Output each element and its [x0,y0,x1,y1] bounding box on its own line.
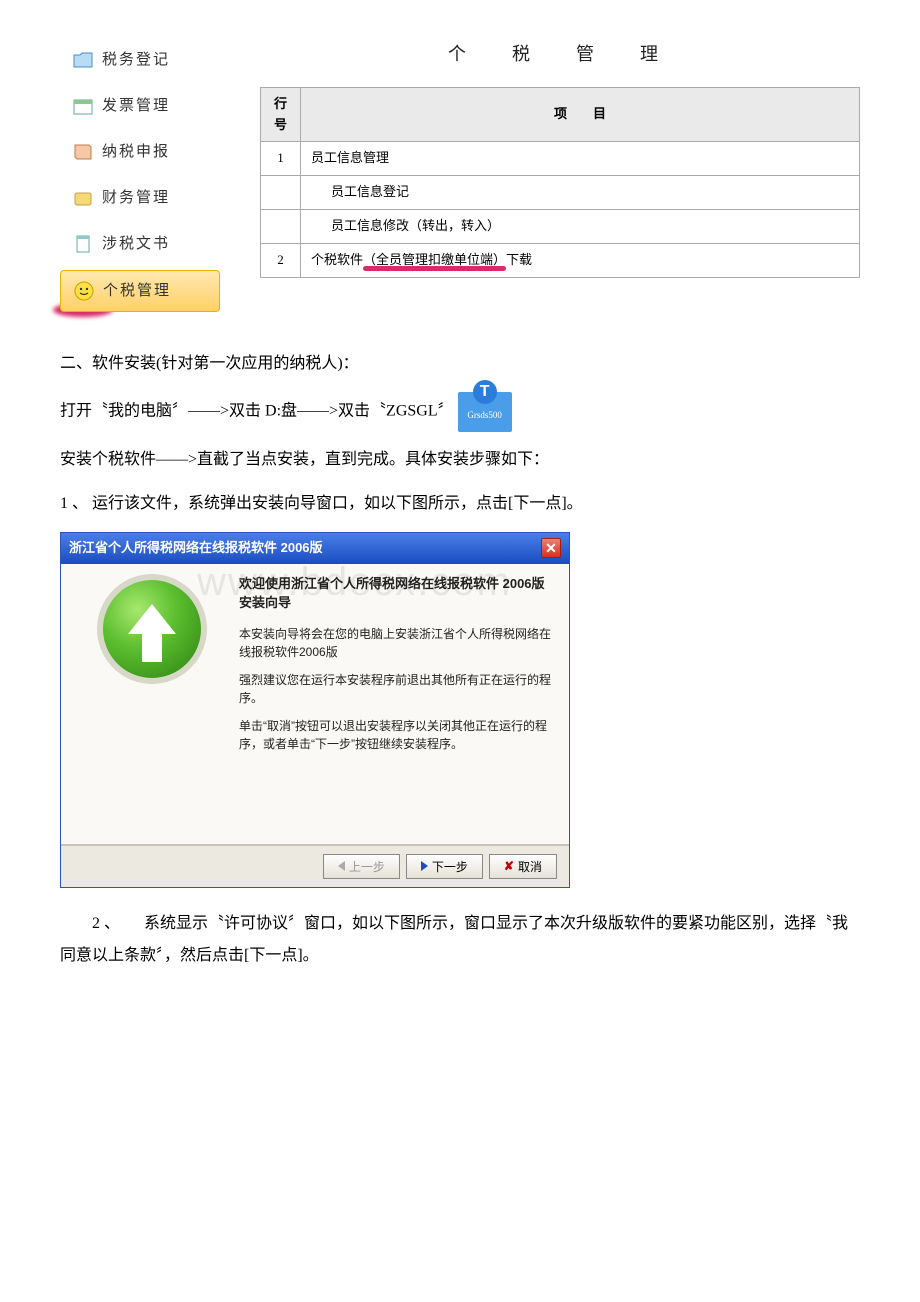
cell-text: 个税软件（全员管理扣缴单位端）下载 [301,243,860,277]
wizard-line2: 强烈建议您在运行本安装程序前退出其他所有正在运行的程序。 [239,671,553,707]
open-computer-line: 打开〝我的电脑〞——>双击 D:盘——>双击〝ZGSGL〞 T Grsds500 [60,392,860,432]
table-row[interactable]: 2 个税软件（全员管理扣缴单位端）下载 [261,243,860,277]
wallet-icon [72,187,94,209]
window-titlebar[interactable]: 浙江省个人所得税网络在线报税软件 2006版 ✕ [61,533,569,564]
nav-label: 税务登记 [102,48,170,72]
document-icon [72,233,94,255]
desktop-shortcut-icon: T Grsds500 [458,392,512,432]
nav-label: 财务管理 [102,186,170,210]
nav-label: 纳税申报 [102,140,170,164]
wizard-button-bar: 上一步 下一步 ✘ 取消 [61,844,569,887]
nav-personal-tax[interactable]: 个税管理 [60,270,220,312]
cell-text: 员工信息管理 [301,142,860,176]
nav-label: 涉税文书 [102,232,170,256]
x-icon: ✘ [504,859,514,873]
col-item: 项 目 [301,87,860,142]
nav-finance-mgmt[interactable]: 财务管理 [60,178,220,218]
book-icon [72,141,94,163]
nav-label: 个税管理 [103,279,171,303]
cell-num [261,176,301,210]
sidebar: 税务登记 发票管理 纳税申报 财务管理 涉税文书 [60,40,220,318]
step-1: 1 、 运行该文件，系统弹出安装向导窗口，如以下图所示，点击[下一点]。 [60,488,860,520]
col-rownum: 行号 [261,87,301,142]
wizard-graphic [77,574,227,784]
installer-window: 浙江省个人所得税网络在线报税软件 2006版 ✕ www.bdocx.com 欢… [60,532,570,888]
wizard-text: www.bdocx.com 欢迎使用浙江省个人所得税网络在线报税软件 2006版… [227,574,553,784]
cell-text: 员工信息修改（转出，转入） [301,209,860,243]
cell-num: 1 [261,142,301,176]
section-title: 个 税 管 理 [260,40,860,69]
nav-label: 发票管理 [102,94,170,118]
nav-tax-registration[interactable]: 税务登记 [60,40,220,80]
management-table: 行号 项 目 1 员工信息管理 员工信息登记 员工信息修改（转出，转入） [260,87,860,278]
arrow-up-icon [97,574,207,684]
shortcut-label: Grsds500 [467,410,502,420]
next-button[interactable]: 下一步 [406,854,483,879]
table-row[interactable]: 员工信息修改（转出，转入） [261,209,860,243]
cancel-button[interactable]: ✘ 取消 [489,854,557,879]
install-line-2: 安装个税软件——>直截了当点安装，直到完成。具体安装步骤如下： [60,444,860,476]
close-icon[interactable]: ✕ [541,538,561,558]
table-row[interactable]: 员工信息登记 [261,176,860,210]
cell-num: 2 [261,243,301,277]
cell-text: 员工信息登记 [301,176,860,210]
nav-tax-docs[interactable]: 涉税文书 [60,224,220,264]
wizard-line3: 单击“取消”按钮可以退出安装程序以关闭其他正在运行的程序，或者单击“下一步”按钮… [239,717,553,753]
nav-tax-declare[interactable]: 纳税申报 [60,132,220,172]
arrow-left-icon [338,861,345,871]
window-title: 浙江省个人所得税网络在线报税软件 2006版 [69,538,323,559]
calendar-icon [72,95,94,117]
t-badge: T [473,380,497,404]
cell-num [261,209,301,243]
prev-button: 上一步 [323,854,400,879]
folder-icon [72,49,94,71]
main-panel: 个 税 管 理 行号 项 目 1 员工信息管理 员工信息登记 [260,40,860,318]
install-heading: 二、软件安装(针对第一次应用的纳税人)： [60,348,860,380]
step-2: 2 、 系统显示〝许可协议〞窗口，如以下图所示，窗口显示了本次升级版软件的要紧功… [60,908,860,972]
table-row[interactable]: 1 员工信息管理 [261,142,860,176]
wizard-line1: 本安装向导将会在您的电脑上安装浙江省个人所得税网络在线报税软件2006版 [239,625,553,661]
smile-icon [73,280,95,302]
nav-invoice-mgmt[interactable]: 发票管理 [60,86,220,126]
wizard-welcome: 欢迎使用浙江省个人所得税网络在线报税软件 2006版 安装向导 [239,574,553,613]
arrow-right-icon [421,861,428,871]
